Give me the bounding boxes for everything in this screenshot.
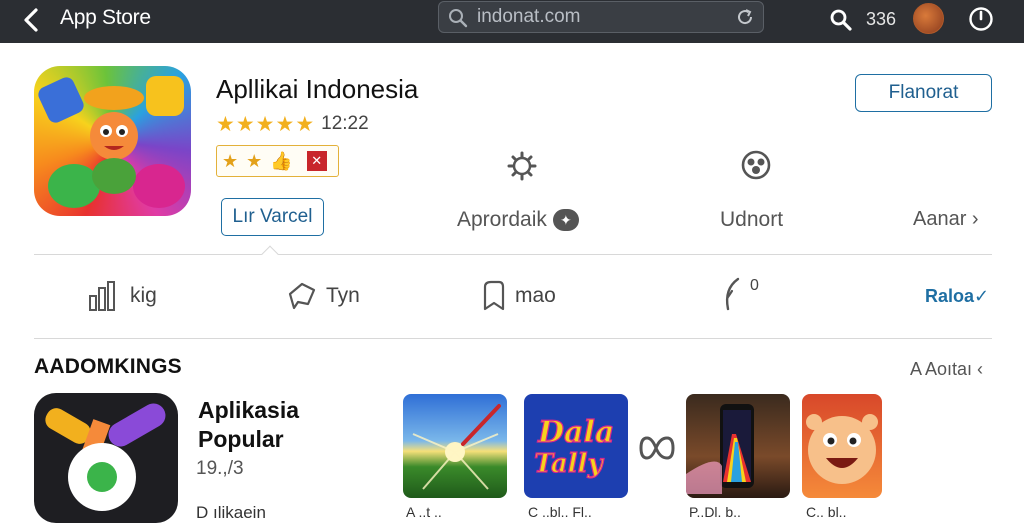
thumbs-up-icon: 👍 <box>270 151 293 171</box>
logo-word-dala: Dala <box>537 415 614 450</box>
award-icon: ✕ <box>306 151 327 171</box>
phone-rainbow-icon <box>686 404 754 494</box>
url-input[interactable] <box>477 6 727 28</box>
tab-pointer <box>261 245 279 263</box>
logo-word-tally: Tally <box>534 449 604 479</box>
tab-leaf[interactable]: 0 <box>720 276 759 312</box>
tab-label: kig <box>130 284 157 307</box>
app-thumb-label: C.. bl.. <box>806 504 847 520</box>
app-thumb-2[interactable]: Dala Tally <box>524 394 628 498</box>
featured-app-subtitle: D ılikaein <box>196 503 266 522</box>
featured-app-meta: 19.,/3 <box>196 458 244 479</box>
section-more-link[interactable]: A Aoıtaı ‹ <box>910 359 983 380</box>
tab-label: Tyn <box>326 284 360 307</box>
star-icon: ★ <box>295 112 315 136</box>
star-icon: ★ <box>255 112 275 136</box>
leaf-icon <box>725 277 740 311</box>
app-icon <box>34 66 191 216</box>
award-badges: ★ ★ 👍 ✕ <box>216 145 339 177</box>
link-icon[interactable] <box>638 432 676 464</box>
section-title: AADOMKINGS <box>34 355 182 378</box>
star-icon: ★ <box>246 151 263 171</box>
back-arrow-icon[interactable] <box>20 7 44 33</box>
star-icon: ★ <box>275 112 295 136</box>
primary-action-button[interactable]: Flanorat <box>855 74 992 112</box>
tabs-more-link[interactable]: Raloa✓ <box>925 286 989 307</box>
tab-bookmark[interactable]: mao <box>481 278 556 314</box>
app-thumb-label: A ..t .. <box>406 504 442 520</box>
app-thumb-1[interactable] <box>403 394 507 498</box>
secondary-action-button[interactable]: Lır Varcel <box>221 198 324 236</box>
app-thumb-label: C ..bl.. Fl.. <box>528 504 592 520</box>
star-icon: ★ <box>216 112 235 136</box>
top-bar: App Store 336 <box>0 0 1024 43</box>
game-controller-icon: ✦ <box>552 209 579 232</box>
app-thumb-label: P..Dl. b.. <box>689 504 741 520</box>
sunburst-icon <box>412 404 501 490</box>
star-icon: ★ <box>235 112 255 136</box>
app-name: Apllikai Indonesia <box>216 74 419 104</box>
search-icon[interactable] <box>829 8 853 32</box>
app-thumb-3[interactable] <box>686 394 790 498</box>
meta-label-2[interactable]: Udnort <box>720 208 783 232</box>
gear-icon[interactable] <box>506 150 538 182</box>
tab-share[interactable]: Tyn <box>286 278 360 314</box>
rating-value: 12:22 <box>321 113 369 134</box>
featured-app-title[interactable]: Aplikasia Popular <box>198 396 348 454</box>
avatar[interactable] <box>913 3 944 34</box>
url-bar[interactable] <box>438 1 764 33</box>
featured-app-icon[interactable] <box>34 393 178 523</box>
power-icon[interactable] <box>967 5 995 33</box>
location-icon[interactable] <box>739 149 773 183</box>
app-title: App Store <box>60 6 151 29</box>
bar-chart-icon <box>89 281 115 311</box>
meta-label-1[interactable]: Aprordaik ✦ <box>457 208 579 232</box>
divider <box>34 338 992 339</box>
dala-logo-icon: Dala Tally <box>533 414 614 479</box>
reload-icon[interactable] <box>735 7 755 27</box>
star-rating: ★ ★ ★ ★ ★ 12:22 <box>216 112 369 136</box>
tab-chart[interactable]: kig <box>88 278 157 314</box>
tab-superscript: 0 <box>750 277 759 294</box>
puzzle-character-icon <box>38 76 185 208</box>
smiley-icon <box>806 414 878 484</box>
meta-label-3[interactable]: Aanar › <box>913 208 979 231</box>
tab-label: mao <box>515 284 556 307</box>
star-icon: ★ <box>222 151 239 171</box>
bookmark-icon <box>483 280 505 311</box>
notification-count: 336 <box>866 9 897 29</box>
divider <box>34 254 992 255</box>
app-thumb-4[interactable] <box>802 394 882 498</box>
pin-tool-icon <box>45 403 166 511</box>
share-icon <box>288 282 316 310</box>
search-icon <box>449 9 468 28</box>
